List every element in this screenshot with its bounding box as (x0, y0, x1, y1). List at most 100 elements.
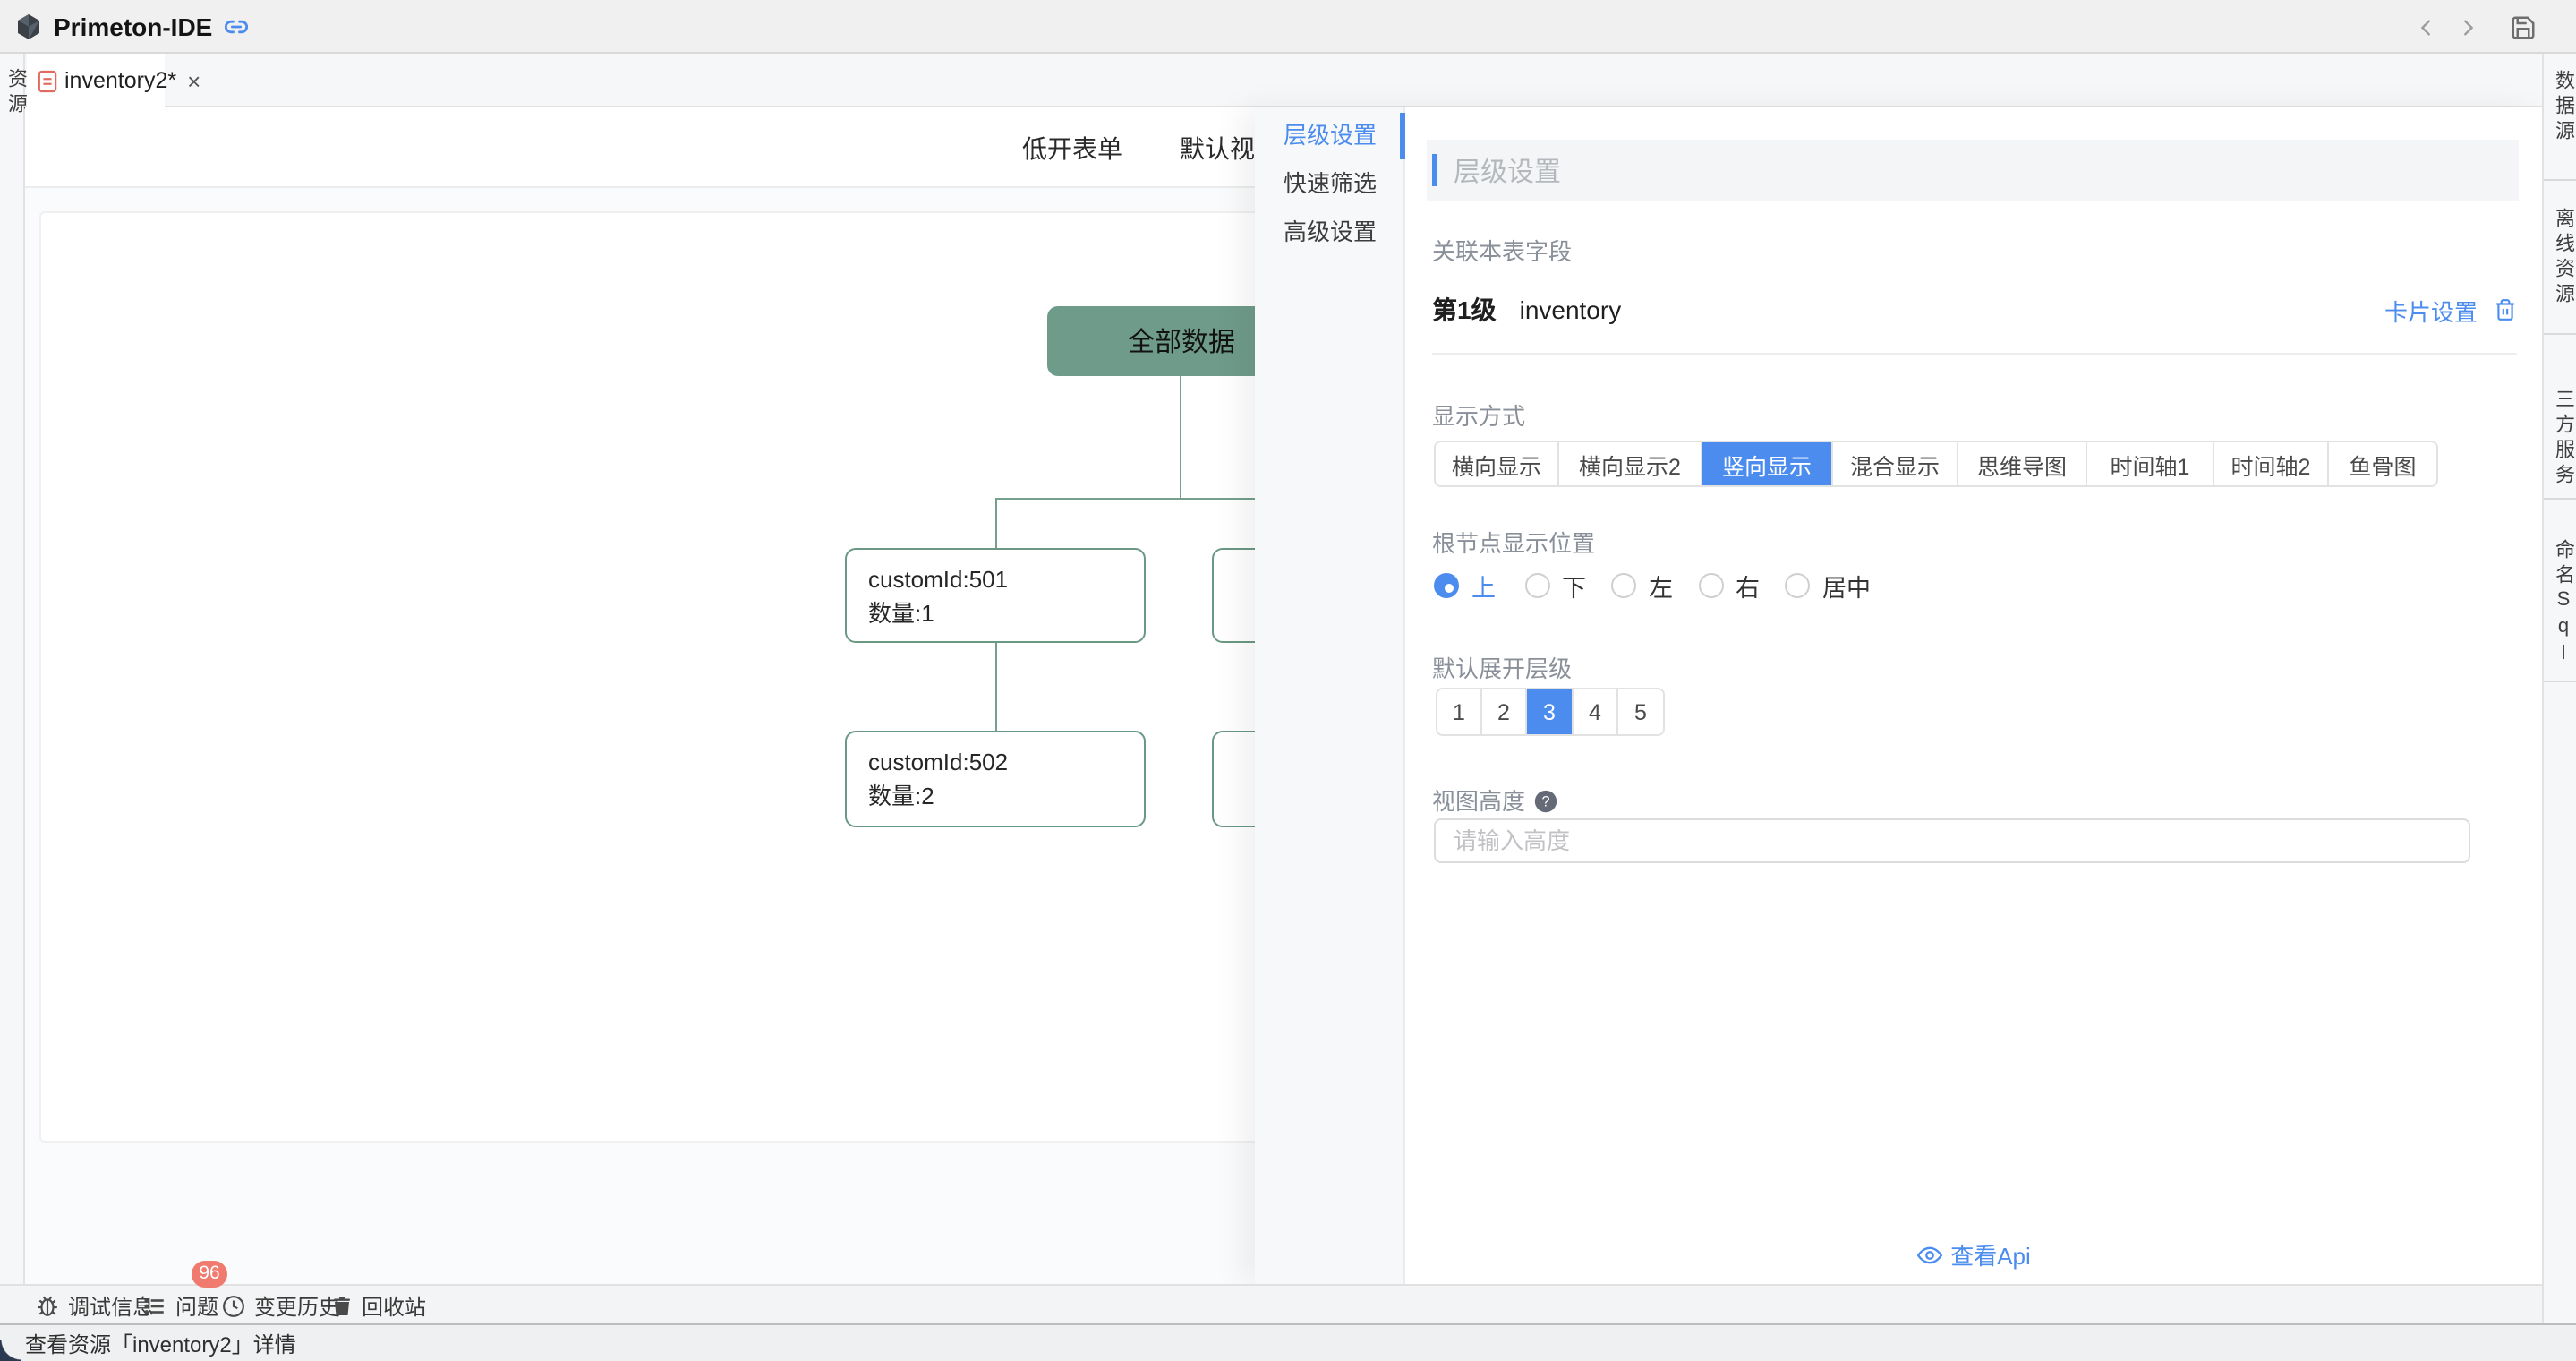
radio-top-circle[interactable] (1434, 573, 1459, 598)
drawer-menu: 层级设置 快速筛选 高级设置 (1255, 107, 1405, 1284)
link-icon[interactable] (223, 13, 248, 39)
right-rail-divider (2544, 498, 2576, 500)
display-mode-mixed[interactable]: 混合显示 (1833, 442, 1958, 485)
svg-text:?: ? (1542, 794, 1550, 810)
radio-center-label: 居中 (1822, 568, 1871, 603)
node-502-qty: 数量:2 (868, 779, 1122, 813)
debug-info-label: 调试信息 (68, 1290, 154, 1321)
debug-info-button[interactable]: 调试信息 (36, 1286, 154, 1325)
radio-left[interactable]: 左 (1611, 568, 1673, 603)
right-rail-named-sql[interactable]: 命名Sql (2549, 539, 2576, 670)
problems-count-badge: 96 (192, 1261, 227, 1288)
change-history-label: 变更历史 (254, 1290, 340, 1321)
bottom-bar: 调试信息 问题 变更历史 回收站 (0, 1284, 2542, 1323)
radio-center[interactable]: 居中 (1785, 568, 1871, 603)
panel-header-accent-bar (1432, 154, 1437, 186)
settings-drawer: 层级设置 快速筛选 高级设置 层级设置 关联本表字段 第1级 inventory… (1255, 107, 2542, 1284)
tab-close-icon[interactable]: × (187, 69, 200, 92)
related-field-label: 关联本表字段 (1432, 233, 1572, 267)
radio-top[interactable]: 上 (1434, 568, 1496, 603)
problems-button[interactable]: 问题 (143, 1286, 218, 1325)
right-rail: 数据源 离线资源 三方服务 命名Sql (2542, 54, 2576, 1323)
display-mode-vertical[interactable]: 竖向显示 (1702, 442, 1833, 485)
expand-level-group: 1 2 3 4 5 (1436, 688, 1665, 736)
trash-icon (331, 1294, 353, 1317)
drawer-menu-level-settings[interactable]: 层级设置 (1255, 116, 1405, 156)
radio-right-label: 右 (1736, 568, 1760, 603)
nav-forward-icon[interactable] (2458, 17, 2478, 37)
display-mode-label: 显示方式 (1432, 398, 1525, 432)
tab-inventory2[interactable]: inventory2* × (27, 54, 165, 107)
panel-divider (1432, 353, 2517, 355)
expand-level-4[interactable]: 4 (1574, 689, 1618, 734)
recycle-bin-button[interactable]: 回收站 (331, 1286, 426, 1325)
drawer-panel: 层级设置 关联本表字段 第1级 inventory 卡片设置 显示方式 横向显示… (1405, 107, 2542, 1284)
view-height-input[interactable] (1434, 818, 2470, 863)
connector-501-502 (995, 643, 997, 731)
display-mode-group: 横向显示 横向显示2 竖向显示 混合显示 思维导图 时间轴1 时间轴2 鱼骨图 (1434, 441, 2438, 487)
list-icon (143, 1294, 166, 1317)
view-tab-lowcode-form[interactable]: 低开表单 (1022, 131, 1122, 167)
eye-icon (1916, 1242, 1941, 1267)
right-rail-thirdparty[interactable]: 三方服务 (2549, 389, 2576, 489)
expand-level-3[interactable]: 3 (1527, 689, 1574, 734)
app-window: Primeton-IDE inventory2* × 资源 (0, 0, 2576, 1361)
radio-top-label: 上 (1471, 568, 1496, 603)
radio-center-circle[interactable] (1785, 573, 1810, 598)
display-mode-mindmap[interactable]: 思维导图 (1958, 442, 2087, 485)
display-mode-timeline2[interactable]: 时间轴2 (2214, 442, 2329, 485)
right-rail-divider (2544, 333, 2576, 335)
save-icon[interactable] (2510, 13, 2537, 40)
file-icon (38, 69, 57, 92)
connector-drop-left (995, 498, 997, 548)
view-height-label: 视图高度? (1432, 783, 1557, 817)
expand-level-5[interactable]: 5 (1618, 689, 1663, 734)
left-rail: 资源 (0, 54, 25, 1284)
radio-bottom-circle[interactable] (1524, 573, 1549, 598)
radio-bottom[interactable]: 下 (1524, 568, 1586, 603)
clock-icon (222, 1294, 245, 1317)
app-logo-icon (14, 12, 43, 40)
level-label: 第1级 (1432, 292, 1497, 328)
right-rail-offline[interactable]: 离线资源 (2549, 208, 2576, 308)
drawer-menu-quick-filter[interactable]: 快速筛选 (1255, 165, 1405, 204)
node-501-id: customId:501 (868, 562, 1122, 596)
display-mode-timeline1[interactable]: 时间轴1 (2087, 442, 2214, 485)
radio-right-circle[interactable] (1698, 573, 1723, 598)
right-rail-divider (2544, 179, 2576, 181)
display-mode-horizontal[interactable]: 横向显示 (1436, 442, 1559, 485)
drawer-menu-advanced[interactable]: 高级设置 (1255, 213, 1405, 253)
level-value: inventory (1520, 295, 1622, 324)
problems-label: 问题 (175, 1290, 218, 1321)
bug-icon (36, 1294, 59, 1317)
app-title: Primeton-IDE (54, 12, 212, 40)
node-502-id: customId:502 (868, 745, 1122, 779)
level-row: 第1级 inventory 卡片设置 (1432, 292, 2517, 328)
right-rail-datasource[interactable]: 数据源 (2549, 70, 2576, 145)
delete-level-icon[interactable] (2494, 297, 2517, 322)
expand-level-2[interactable]: 2 (1482, 689, 1527, 734)
title-bar: Primeton-IDE (0, 0, 2576, 54)
change-history-button[interactable]: 变更历史 (222, 1286, 340, 1325)
radio-left-circle[interactable] (1611, 573, 1636, 598)
display-mode-fishbone[interactable]: 鱼骨图 (2329, 442, 2436, 485)
tree-node-502[interactable]: customId:502 数量:2 (845, 731, 1146, 827)
radio-right[interactable]: 右 (1698, 568, 1760, 603)
view-api-link[interactable]: 查看Api (1405, 1237, 2542, 1271)
root-position-label: 根节点显示位置 (1432, 525, 1595, 559)
root-position-group: 上 下 左 右 居中 (1434, 571, 1871, 600)
view-api-label: 查看Api (1950, 1237, 2031, 1271)
help-icon[interactable]: ? (1534, 790, 1557, 813)
node-501-qty: 数量:1 (868, 596, 1122, 630)
status-message: 查看资源「inventory2」详情 (25, 1328, 296, 1358)
editor-tab-bar: inventory2* × (0, 54, 2576, 107)
expand-level-1[interactable]: 1 (1437, 689, 1482, 734)
radio-bottom-label: 下 (1562, 568, 1586, 603)
nav-back-icon[interactable] (2417, 17, 2436, 37)
tree-node-501[interactable]: customId:501 数量:1 (845, 548, 1146, 643)
display-mode-horizontal2[interactable]: 横向显示2 (1559, 442, 1702, 485)
card-settings-link[interactable]: 卡片设置 (2384, 293, 2478, 327)
expand-level-label: 默认展开层级 (1432, 650, 1572, 684)
connector-root-down (1180, 376, 1181, 498)
status-bar: 查看资源「inventory2」详情 (0, 1323, 2576, 1361)
